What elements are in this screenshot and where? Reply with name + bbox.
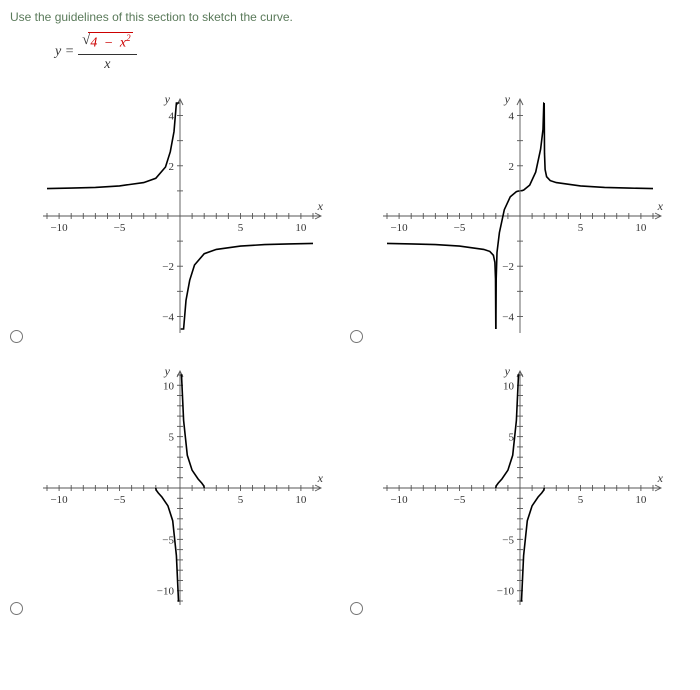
svg-text:−5: −5 <box>454 494 466 506</box>
svg-text:10: 10 <box>635 494 647 506</box>
option-1: x y −10 −5 5 10 −4 −2 2 4 <box>10 91 330 351</box>
option-2-radio[interactable] <box>350 330 363 343</box>
svg-text:−2: −2 <box>162 261 174 273</box>
svg-text:−10: −10 <box>497 585 515 597</box>
svg-text:2: 2 <box>169 160 175 172</box>
option-1-radio[interactable] <box>10 330 23 343</box>
option-4-radio[interactable] <box>350 602 363 615</box>
svg-text:−5: −5 <box>502 534 514 546</box>
svg-text:y: y <box>504 92 511 106</box>
equation-fraction: √ 4 − x2 x <box>78 32 136 73</box>
svg-text:4: 4 <box>509 110 515 122</box>
svg-text:10: 10 <box>295 222 307 234</box>
svg-text:−10: −10 <box>157 585 175 597</box>
svg-text:y: y <box>164 92 171 106</box>
svg-text:10: 10 <box>295 494 307 506</box>
svg-text:−10: −10 <box>390 222 408 234</box>
svg-text:−5: −5 <box>162 534 174 546</box>
svg-text:−5: −5 <box>114 222 126 234</box>
svg-text:5: 5 <box>578 222 584 234</box>
svg-text:5: 5 <box>578 494 584 506</box>
equation-lhs: y = <box>55 44 74 60</box>
svg-text:−10: −10 <box>50 222 68 234</box>
svg-text:5: 5 <box>169 431 175 443</box>
svg-text:−2: −2 <box>502 261 514 273</box>
svg-text:4: 4 <box>169 110 175 122</box>
instruction-text: Use the guidelines of this section to sk… <box>10 10 690 24</box>
svg-text:−5: −5 <box>114 494 126 506</box>
svg-text:x: x <box>317 471 324 485</box>
svg-text:−5: −5 <box>454 222 466 234</box>
chart-2: x y −10 −5 5 10 −4 −2 2 4 <box>365 91 670 351</box>
option-2: x y −10 −5 5 10 −4 −2 2 4 <box>350 91 670 351</box>
svg-text:10: 10 <box>163 380 175 392</box>
equation-denominator: x <box>104 55 110 73</box>
equation-numerator: √ 4 − x2 <box>78 32 136 55</box>
svg-text:y: y <box>504 364 511 378</box>
option-3: x y −10 −5 5 10 −10 −5 5 10 <box>10 363 330 623</box>
svg-text:y: y <box>164 364 171 378</box>
chart-4: xy−10−5510−10−5510 <box>365 363 670 623</box>
svg-text:2: 2 <box>509 160 515 172</box>
svg-text:−4: −4 <box>162 311 174 323</box>
svg-text:−10: −10 <box>50 494 68 506</box>
svg-text:10: 10 <box>635 222 647 234</box>
svg-text:5: 5 <box>238 494 244 506</box>
svg-text:−10: −10 <box>390 494 408 506</box>
svg-text:x: x <box>657 199 664 213</box>
option-4: xy−10−5510−10−5510 <box>350 363 670 623</box>
svg-text:5: 5 <box>238 222 244 234</box>
svg-text:−4: −4 <box>502 311 514 323</box>
options-grid: x y −10 −5 5 10 −4 −2 2 4 x y −10 −5 5 10 −4 −2 2 4 x y −10 −… <box>10 91 690 623</box>
option-3-radio[interactable] <box>10 602 23 615</box>
chart-3: x y −10 −5 5 10 −10 −5 5 10 <box>25 363 330 623</box>
chart-1: x y −10 −5 5 10 −4 −2 2 4 <box>25 91 330 351</box>
equation-radicand: 4 − x2 <box>88 32 132 52</box>
svg-text:10: 10 <box>503 380 515 392</box>
svg-text:x: x <box>657 471 664 485</box>
equation: y = √ 4 − x2 x <box>55 32 690 73</box>
svg-text:x: x <box>317 199 324 213</box>
